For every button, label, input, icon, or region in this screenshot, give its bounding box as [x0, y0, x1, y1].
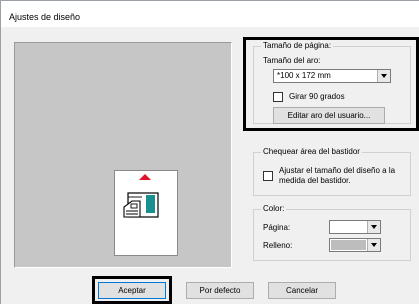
fill-color-swatch	[331, 240, 366, 250]
fill-color-select[interactable]	[329, 238, 381, 252]
accept-button[interactable]: Aceptar	[98, 282, 166, 299]
page-color-select[interactable]	[329, 220, 381, 234]
hoop-size-label: Tamaño del aro:	[263, 56, 321, 65]
edit-user-hoop-button[interactable]: Editar aro del usuario...	[273, 107, 385, 124]
chevron-down-icon[interactable]	[367, 239, 380, 251]
hoop-size-select[interactable]: *100 x 172 mm	[273, 69, 391, 83]
default-button[interactable]: Por defecto	[186, 282, 254, 299]
title-bar[interactable]: Ajustes de diseño	[1, 1, 419, 27]
rotate-90-label[interactable]: Girar 90 grados	[289, 92, 345, 102]
color-group-label: Color:	[261, 204, 287, 213]
adjust-design-checkbox[interactable]	[263, 171, 273, 181]
hoop-direction-arrow-icon	[139, 174, 151, 180]
color-group: Color:	[253, 204, 411, 261]
fill-color-label: Relleno:	[263, 241, 293, 250]
adjust-design-label-line1[interactable]: Ajustar el tamaño del diseño a la	[279, 166, 395, 176]
sewing-machine-icon	[123, 192, 159, 218]
page-color-label: Página:	[263, 223, 291, 232]
page-size-group-label: Tamaño de página:	[261, 41, 334, 50]
adjust-design-label-line2[interactable]: medida del bastidor.	[279, 176, 351, 186]
window-title: Ajustes de diseño	[9, 12, 81, 22]
design-preview	[14, 42, 232, 268]
cancel-button[interactable]: Cancelar	[268, 282, 336, 299]
hoop-size-value: *100 x 172 mm	[277, 71, 331, 80]
hoop-preview	[114, 170, 178, 256]
chevron-down-icon[interactable]	[367, 221, 380, 233]
rotate-90-checkbox[interactable]	[273, 92, 283, 102]
chevron-down-icon[interactable]	[377, 70, 390, 82]
page-color-swatch	[331, 222, 366, 232]
check-area-group-label: Chequear área del bastidor	[261, 147, 362, 156]
